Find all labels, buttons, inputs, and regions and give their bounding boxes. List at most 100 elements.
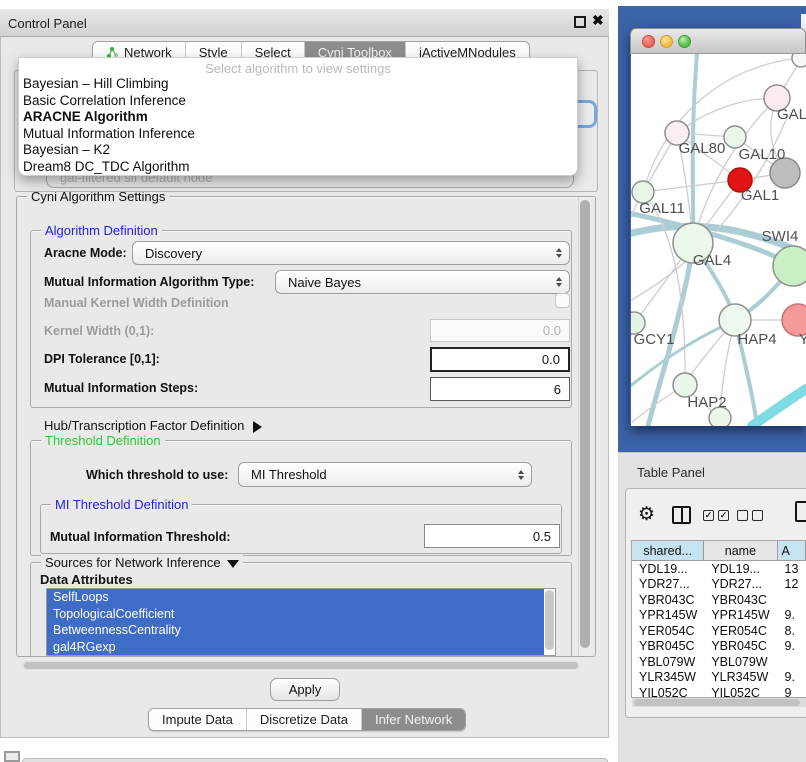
tab-label: Impute Data [162,712,233,727]
data-attributes-list[interactable]: SelfLoopsTopologicalCoefficientBetweenne… [46,588,556,656]
gear-icon[interactable]: ⚙ [638,503,655,526]
table-cell: YDR27... [632,577,704,593]
node-table[interactable]: shared...nameA YDL19...YDL19...13YDR27..… [631,540,806,698]
mi-threshold-label: Mutual Information Threshold: [50,530,231,544]
mi-threshold-legend: MI Threshold Definition [51,497,192,512]
table-cell: YDL19... [632,561,704,577]
tab-discretize-data[interactable]: Discretize Data [247,709,362,730]
hub-definition-toggle[interactable]: Hub/Transcription Factor Definition [44,418,262,433]
apply-button[interactable]: Apply [270,678,340,701]
attribute-item-selected[interactable]: TopologicalCoefficient [47,606,544,623]
algorithm-dropdown-prompt: Select algorithm to view settings [19,61,577,76]
column-header[interactable]: A [778,541,806,560]
attribute-item-selected[interactable]: SelfLoops [47,589,544,606]
table-cell: YPR145W [704,608,777,624]
select-all-icon[interactable]: ✓✓ [703,510,729,521]
node-label: Y [799,331,806,348]
table-row[interactable]: YBR045CYBR045C9. [632,639,806,655]
tab-label: Discretize Data [260,712,348,727]
table-row[interactable]: YLR345WYLR345W9. [632,670,806,686]
kernel-width-label: Kernel Width (0,1): [44,324,154,338]
mi-type-combobox[interactable]: Naive Bayes [275,270,570,294]
algorithm-option[interactable]: Mutual Information Inference [19,126,577,143]
algorithm-option[interactable]: Basic Correlation Inference [19,93,577,110]
table-cell: 13 [778,561,806,577]
table-cell: YBR043C [704,592,777,608]
which-threshold-combobox[interactable]: MI Threshold [238,462,532,487]
algorithm-option[interactable]: Bayesian – K2 [19,142,577,159]
export-table-icon[interactable] [795,501,806,522]
table-cell: YIL052C [704,685,777,698]
manual-kernel-checkbox[interactable] [555,293,570,308]
node-label: GAL4 [693,252,731,269]
hub-definition-label: Hub/Transcription Factor Definition [44,418,244,433]
minimize-traffic-light-icon[interactable] [660,35,673,48]
bottom-panel-edge [22,758,608,762]
algorithm-option[interactable]: Bayesian – Hill Climbing [19,76,577,93]
spinner-arrows-icon [518,470,524,480]
tab-impute-data[interactable]: Impute Data [149,709,247,730]
sources-legend[interactable]: Sources for Network Inference [41,555,243,570]
settings-hscroll-thumb[interactable] [24,662,578,669]
node-label: SWI4 [762,228,799,245]
table-cell: YBR043C [632,592,704,608]
deselect-all-icon[interactable] [737,510,763,521]
settings-vscroll-thumb[interactable] [580,200,590,648]
table-cell: 9. [778,639,806,655]
node-label: GAL10 [739,146,786,163]
table-row[interactable]: YPR145WYPR145W9. [632,608,806,624]
close-icon[interactable]: ✖ [592,12,604,29]
node-label: GAL80 [679,140,726,157]
algorithm-option[interactable]: ARACNE Algorithm [19,109,577,126]
table-hscroll-thumb[interactable] [634,699,800,706]
table-cell: 9 [778,685,806,698]
float-window-icon[interactable] [574,16,586,28]
minimized-panel-icon[interactable] [4,751,20,762]
manual-kernel-label: Manual Kernel Width Definition [44,296,229,310]
mi-type-label: Mutual Information Algorithm Type: [44,275,254,289]
table-cell: YPR145W [632,608,704,624]
attribute-item-selected[interactable]: BetweennessCentrality [47,622,544,639]
network-edge-cyan [752,389,806,426]
dpi-tolerance-field[interactable]: 0.0 [430,347,570,372]
table-row[interactable]: YBR043CYBR043C [632,592,806,608]
mi-steps-field[interactable]: 6 [430,377,570,401]
mi-steps-label: Mutual Information Steps: [44,381,198,395]
table-row[interactable]: YIL052CYIL052C9 [632,685,806,698]
control-panel-title: Control Panel [8,16,87,31]
table-row[interactable]: YDL19...YDL19...13 [632,561,806,577]
network-window-titlebar[interactable] [630,28,806,54]
kernel-width-field[interactable]: 0.0 [430,319,570,342]
column-header[interactable]: shared... [632,541,704,560]
zoom-traffic-light-icon[interactable] [678,35,691,48]
table-cell [778,654,806,670]
close-traffic-light-icon[interactable] [642,35,655,48]
cyni-bottom-tabs: Impute Data Discretize Data Infer Network [148,708,466,731]
table-cell: YIL052C [632,685,704,698]
algorithm-dropdown-popup: Select algorithm to view settings Bayesi… [18,57,578,176]
table-row[interactable]: YER054CYER054C8. [632,623,806,639]
attributes-scrollbar-thumb[interactable] [545,590,554,650]
table-cell: 9. [778,670,806,686]
spinner-arrows-icon [556,248,562,258]
aracne-mode-combobox[interactable]: Discovery [132,241,570,265]
table-row[interactable]: YDR27...YDR27...12 [632,577,806,593]
sources-legend-text: Sources for Network Inference [45,555,221,570]
aracne-mode-value: Discovery [145,246,202,261]
algorithm-option[interactable]: Dream8 DC_TDC Algorithm [19,159,577,176]
table-cell: YER054C [632,623,704,639]
tab-infer-network[interactable]: Infer Network [362,709,465,730]
columns-icon[interactable] [672,506,691,524]
attribute-item-selected[interactable]: gal4RGexp [47,639,544,656]
node[interactable] [792,54,806,67]
table-cell: YDL19... [704,561,777,577]
network-canvas[interactable]: GALGAL80GAL10GAL1GAL11SWI4GAL4GCY1HAP4YH… [631,54,806,426]
mi-threshold-field[interactable]: 0.5 [424,524,560,548]
table-cell: YLR345W [632,670,704,686]
node-gal10[interactable] [724,126,746,148]
node-label: HAP4 [737,331,776,348]
column-header[interactable]: name [704,541,777,560]
node-swi4[interactable] [773,246,806,286]
table-row[interactable]: YBL079WYBL079W [632,654,806,670]
algorithm-dropdown-items: Bayesian – Hill ClimbingBasic Correlatio… [19,76,577,176]
